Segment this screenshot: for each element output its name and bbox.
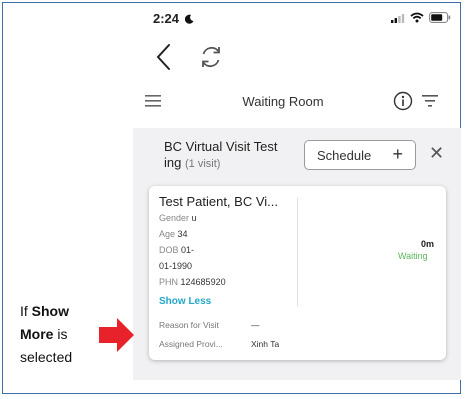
reason-label: Reason for Visit	[159, 320, 219, 330]
waiting-room-panel: BC Virtual Visit Test ing (1 visit) Sche…	[133, 128, 461, 380]
phn-field: PHN 124685920	[159, 277, 226, 287]
wait-status: Waiting	[398, 251, 428, 261]
location-title-line1: BC Virtual Visit Test	[164, 139, 278, 154]
status-time-text: 2:24	[153, 11, 180, 26]
phone-screen: 2:24 Waiting Room BC Virtual Visit Test …	[133, 0, 461, 399]
gender-label: Gender	[159, 213, 190, 223]
dob-field-cont: 01-1990	[159, 261, 192, 271]
schedule-button-label: Schedule	[317, 147, 372, 163]
status-icons	[391, 12, 451, 23]
phn-value: 124685920	[180, 277, 226, 287]
status-time: 2:24	[153, 11, 194, 26]
reason-value: —	[251, 320, 260, 330]
wait-duration: 0m	[421, 239, 435, 249]
patient-name: Test Patient, BC Vi...	[159, 194, 278, 209]
phn-label: PHN	[159, 277, 179, 287]
note-is: is	[57, 326, 68, 342]
dob-field: DOB 01-	[159, 245, 194, 255]
filter-icon[interactable]	[422, 95, 438, 107]
age-label: Age	[159, 229, 176, 239]
dob-value-2: 01-1990	[159, 261, 193, 271]
dob-label: DOB	[159, 245, 179, 255]
gender-value: u	[191, 213, 197, 223]
show-less-link[interactable]: Show Less	[159, 296, 211, 307]
visit-count: (1 visit)	[184, 158, 221, 170]
annotation-note: If Show More is selected	[20, 300, 92, 369]
refresh-icon[interactable]	[199, 44, 223, 70]
age-field: Age 34	[159, 229, 188, 239]
signal-icon	[391, 13, 405, 23]
age-value: 34	[177, 229, 188, 239]
wifi-icon	[410, 12, 424, 23]
plus-icon: +	[392, 144, 403, 164]
provider-label: Assigned Provi...	[159, 339, 223, 349]
location-title: BC Virtual Visit Test ing (1 visit)	[164, 139, 299, 172]
card-divider	[297, 198, 298, 306]
app-header: Waiting Room	[133, 88, 453, 118]
chevron-left-icon[interactable]	[153, 42, 175, 72]
note-show: Show	[31, 303, 70, 319]
schedule-button[interactable]: Schedule +	[304, 140, 416, 170]
gender-field: Gender u	[159, 213, 197, 223]
battery-icon	[429, 12, 451, 23]
dob-value-1: 01-	[181, 245, 195, 255]
patient-card[interactable]: Test Patient, BC Vi... Gender u Age 34 D…	[149, 186, 446, 360]
note-more: More	[20, 326, 54, 342]
location-title-line2: ing	[164, 155, 182, 170]
note-selected: selected	[20, 349, 73, 365]
note-if: If	[20, 303, 28, 319]
page-title: Waiting Room	[242, 94, 324, 109]
provider-value: Xinh Ta	[251, 339, 280, 349]
right-arrow-icon	[99, 318, 134, 352]
close-icon[interactable]: ✕	[429, 143, 444, 164]
moon-icon	[184, 14, 194, 24]
info-icon[interactable]	[393, 91, 413, 111]
